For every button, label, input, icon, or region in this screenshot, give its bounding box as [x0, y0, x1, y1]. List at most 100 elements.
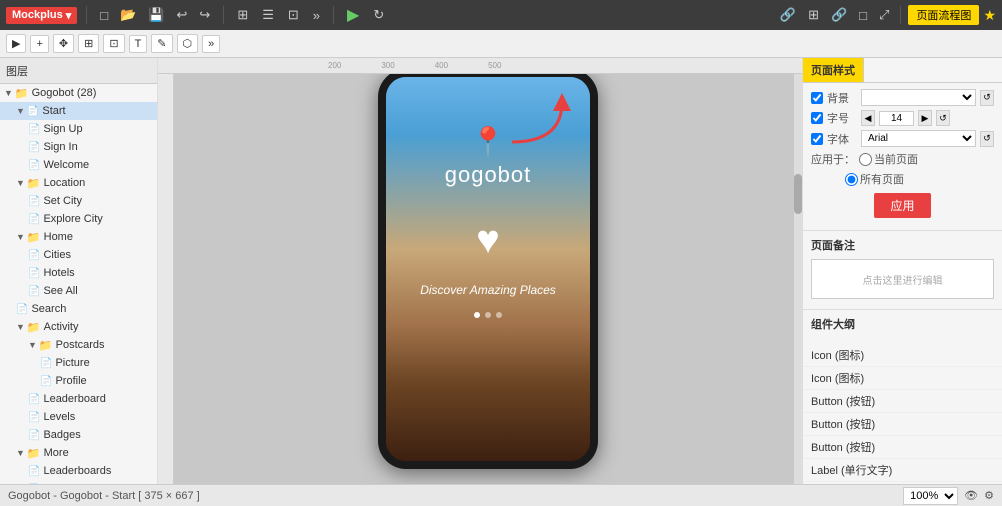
sidebar-item-levels[interactable]: 📄 Levels — [0, 408, 157, 426]
search-page-icon: 📄 — [16, 304, 28, 315]
layout-icon[interactable]: ⊡ — [284, 5, 303, 25]
link-icon[interactable]: 🔗 — [827, 5, 851, 25]
grid2-icon[interactable]: ⊞ — [804, 5, 823, 25]
sidebar-item-picture[interactable]: 📄 Picture — [0, 354, 157, 372]
shape-tool[interactable]: ⬡ — [177, 34, 199, 53]
radio-all-input[interactable] — [845, 173, 858, 186]
sidebar-item-signup[interactable]: 📄 Sign Up — [0, 120, 157, 138]
sidebar-item-activity[interactable]: ▼ 📁 Activity — [0, 318, 157, 336]
sidebar-item-badges[interactable]: 📄 Badges — [0, 426, 157, 444]
eye-icon[interactable]: 👁 — [964, 489, 978, 502]
discover-text: Discover Amazing Places — [420, 283, 556, 297]
component-3[interactable]: Button (按钮) — [803, 413, 1002, 436]
sidebar-item-leaderboard[interactable]: 📄 Leaderboard — [0, 390, 157, 408]
star-icon[interactable]: ★ — [983, 7, 996, 24]
radio-current-input[interactable] — [859, 153, 872, 166]
sidebar-item-more[interactable]: ▼ 📁 More — [0, 444, 157, 462]
sidebar-item-location[interactable]: ▼ 📁 Location — [0, 174, 157, 192]
more-tools-icon[interactable]: » — [309, 6, 324, 25]
more-tool[interactable]: » — [202, 35, 220, 53]
fontsize-row: 字号 ◀ ▶ ↺ — [811, 110, 994, 126]
save-icon[interactable]: 💾 — [144, 5, 168, 25]
new-icon[interactable]: □ — [96, 6, 112, 25]
component-1[interactable]: Icon (图标) — [803, 367, 1002, 390]
settings-icon[interactable]: ⚙ — [984, 489, 994, 502]
align-icon[interactable]: ☰ — [258, 5, 278, 25]
tree-root[interactable]: ▼ 📁 Gogobot (28) — [0, 84, 157, 102]
page-note-area[interactable]: 点击这里进行编辑 — [811, 259, 994, 299]
component-2[interactable]: Button (按钮) — [803, 390, 1002, 413]
component-4[interactable]: Button (按钮) — [803, 436, 1002, 459]
sidebar-item-setcity[interactable]: 📄 Set City — [0, 192, 157, 210]
radio-current[interactable]: 当前页面 — [859, 151, 918, 167]
fontface-reset[interactable]: ↺ — [980, 131, 994, 147]
background-checkbox[interactable] — [811, 92, 823, 104]
component-0[interactable]: Icon (图标) — [803, 344, 1002, 367]
background-select[interactable] — [861, 89, 976, 106]
sidebar-item-signin[interactable]: 📄 Sign In — [0, 138, 157, 156]
sidebar-item-leaderboards2[interactable]: 📄 Leaderboards — [0, 462, 157, 480]
radio-all[interactable]: 所有页面 — [845, 171, 904, 187]
sidebar-item-cities[interactable]: 📄 Cities — [0, 246, 157, 264]
apply-button[interactable]: 应用 — [874, 193, 930, 218]
scrollbar-thumb[interactable] — [794, 174, 802, 214]
sidebar-item-hotels[interactable]: 📄 Hotels — [0, 264, 157, 282]
more-folder-icon: 📁 — [27, 447, 41, 460]
app-logo[interactable]: Mockplus ▾ — [6, 7, 77, 24]
tab-page-style[interactable]: 页面样式 — [803, 58, 864, 82]
play-icon[interactable]: ▶ — [343, 3, 363, 27]
fontface-select[interactable]: Arial — [861, 130, 976, 147]
badges-label: Badges — [43, 429, 80, 441]
zoom-select[interactable]: 100% 75% 50% 150% — [903, 487, 958, 505]
add-tool[interactable]: + — [30, 35, 48, 53]
dot-2 — [485, 312, 491, 318]
sidebar-item-explorecity[interactable]: 📄 Explore City — [0, 210, 157, 228]
sep4 — [900, 6, 901, 24]
applyto-row: 应用于： 当前页面 — [811, 151, 994, 167]
window-icon[interactable]: □ — [855, 6, 871, 25]
page-flow-button[interactable]: 页面流程图 — [908, 5, 979, 25]
fontsize-decrement[interactable]: ◀ — [861, 110, 875, 126]
sidebar-tree: ▼ 📁 Gogobot (28) ▼ 📄 Start 📄 Sign Up 📄 S… — [0, 84, 157, 484]
sidebar-item-home[interactable]: ▼ 📁 Home — [0, 228, 157, 246]
component-5[interactable]: Label (单行文字) — [803, 459, 1002, 482]
background-reset[interactable]: ↺ — [980, 90, 994, 106]
sidebar-item-postcards[interactable]: ▼ 📁 Postcards — [0, 336, 157, 354]
sidebar-item-profile[interactable]: 📄 Profile — [0, 372, 157, 390]
applyto-row2: 所有页面 — [811, 171, 994, 187]
page-note-title: 页面备注 — [811, 237, 994, 253]
picture-label: Picture — [55, 357, 89, 369]
text-tool[interactable]: T — [129, 35, 148, 53]
undo-icon[interactable]: ↩ — [173, 5, 192, 25]
fontsize-reset[interactable]: ↺ — [936, 110, 950, 126]
sidebar-item-start[interactable]: ▼ 📄 Start — [0, 102, 157, 120]
fontsize-input[interactable] — [879, 111, 914, 126]
page-path: Gogobot - Gogobot - Start [ 375 × 667 ] — [8, 490, 200, 502]
expand-icon[interactable]: ⤢ — [875, 5, 893, 25]
bottom-bar: Gogobot - Gogobot - Start [ 375 × 667 ] … — [0, 484, 1002, 506]
canvas-scrollbar[interactable] — [794, 74, 802, 484]
profile-label: Profile — [55, 375, 86, 387]
bottom-bar-right: 100% 75% 50% 150% 👁 ⚙ — [903, 487, 994, 505]
fontsize-checkbox[interactable] — [811, 112, 823, 124]
fontsize-increment[interactable]: ▶ — [918, 110, 932, 126]
page-style-section: 背景 ↺ 字号 ◀ ▶ ↺ 字体 Arial — [803, 83, 1002, 231]
sidebar-item-search[interactable]: 📄 Search — [0, 300, 157, 318]
sidebar-item-seeall[interactable]: 📄 See All — [0, 282, 157, 300]
redo-icon[interactable]: ↪ — [195, 5, 214, 25]
pen-tool[interactable]: ✎ — [151, 34, 172, 53]
select-tool[interactable]: ▶ — [6, 34, 26, 53]
second-toolbar: ▶ + ✥ ⊞ ⊡ T ✎ ⬡ » — [0, 30, 1002, 58]
move-tool[interactable]: ✥ — [53, 34, 74, 53]
explorecity-icon: 📄 — [28, 214, 40, 225]
open-icon[interactable]: 📂 — [116, 5, 140, 25]
refresh-icon[interactable]: ↻ — [369, 5, 388, 25]
fontface-checkbox[interactable] — [811, 133, 823, 145]
share-icon[interactable]: 🔗 — [776, 5, 800, 25]
components-list: Icon (图标) Icon (图标) Button (按钮) Button (… — [803, 344, 1002, 484]
frame-tool[interactable]: ⊞ — [78, 34, 99, 53]
signup-label: Sign Up — [43, 123, 82, 135]
sidebar-item-welcome[interactable]: 📄 Welcome — [0, 156, 157, 174]
grid-tool[interactable]: ⊡ — [103, 34, 124, 53]
grid-icon[interactable]: ⊞ — [233, 5, 252, 25]
